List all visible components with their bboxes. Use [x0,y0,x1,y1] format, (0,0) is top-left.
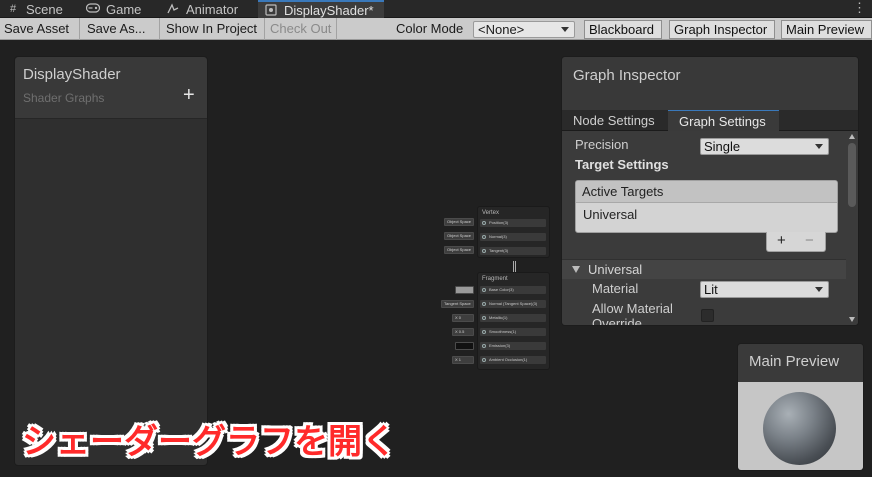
kebab-menu-icon[interactable]: ⋮ [853,1,866,15]
remove-target-button[interactable]: − [805,233,814,249]
color-mode-dropdown[interactable]: <None> [473,21,575,38]
graph-inspector-panel: Graph Inspector Node Settings Graph Sett… [561,56,859,326]
tab-scene[interactable]: # Scene [0,0,80,18]
allow-material-override-checkbox[interactable] [701,309,714,322]
fragment-context-node[interactable]: Fragment Base Color(3) Normal (Tangent S… [477,272,550,370]
allow-material-override-label: Allow Material [592,301,673,316]
tab-label: Game [106,1,142,17]
universal-section-title: Universal [588,262,643,277]
scroll-down-icon[interactable] [849,317,855,322]
target-list-item[interactable]: Universal [576,203,837,227]
check-out-button[interactable]: Check Out [266,18,337,40]
shader-graph-toolbar: Save Asset Save As... Show In Project Ch… [0,18,872,40]
fragment-input-smoothness[interactable]: X 0.5 [452,328,474,336]
vertex-fragment-link [513,261,516,272]
vertex-input-normal[interactable]: Object Space [444,232,474,240]
chevron-down-icon [561,27,569,32]
vertex-node-title: Vertex [482,210,500,216]
scene-hash-icon: # [9,3,17,15]
blackboard-title: DisplayShader [23,66,121,83]
fragment-node-title: Fragment [482,276,508,282]
tab-label: Animator [186,1,239,17]
precision-dropdown[interactable]: Single [700,138,829,155]
overlay-caption: シェーダーグラフを開く [22,422,396,462]
save-asset-button[interactable]: Save Asset [0,18,80,40]
precision-value: Single [704,139,741,154]
fragment-port-base-color[interactable]: Base Color(3) [480,286,546,294]
blackboard-toggle-button[interactable]: Blackboard [584,20,662,39]
vertex-port-normal[interactable]: Normal(3) [480,233,546,241]
tab-graph-settings[interactable]: Graph Settings [668,110,779,131]
material-label: Material [592,281,639,296]
allow-material-override-label-line2: Override [592,316,642,326]
scroll-up-icon[interactable] [849,134,855,139]
preview-sphere [763,392,836,465]
color-mode-value: <None> [478,22,525,37]
tab-label: Scene [26,1,63,17]
main-preview-header: Main Preview [738,344,863,382]
tab-animator[interactable]: Animator [160,0,258,18]
target-list-footer: + − [766,232,826,252]
inspector-scrollbar[interactable] [846,131,858,325]
vertex-context-node[interactable]: Vertex Position(3) Normal(3) Tangent(3) [477,206,550,258]
fragment-input-ambient-occlusion[interactable]: X 1 [452,356,474,364]
material-dropdown[interactable]: Lit [700,281,829,298]
vertex-port-tangent[interactable]: Tangent(3) [480,247,546,255]
blackboard-header: DisplayShader Shader Graphs + [15,57,207,119]
active-targets-header: Active Targets [576,181,837,203]
target-settings-label: Target Settings [575,157,669,172]
tab-displayshader[interactable]: DisplayShader* [258,0,384,18]
fragment-port-emission[interactable]: Emission(3) [480,342,546,350]
chevron-down-icon [815,144,823,149]
universal-section-header[interactable]: Universal [562,259,846,279]
add-property-button[interactable]: + [183,85,195,105]
main-preview-toggle-button[interactable]: Main Preview [781,20,872,39]
add-target-button[interactable]: + [777,233,786,249]
shader-graph-icon [264,4,278,16]
material-value: Lit [704,282,718,297]
fragment-input-emission-swatch[interactable] [455,342,474,350]
vertex-input-position[interactable]: Object Space [444,218,474,226]
tab-label: DisplayShader* [284,2,374,18]
color-mode-label: Color Mode [396,21,464,36]
animator-icon [166,3,180,15]
graph-inspector-header: Graph Inspector [562,57,858,110]
fragment-port-metallic[interactable]: Metallic(1) [480,314,546,322]
tab-game[interactable]: Game [80,0,160,18]
active-targets-list: Active Targets Universal [575,180,838,233]
save-as-button[interactable]: Save As... [83,18,160,40]
fragment-port-smoothness[interactable]: Smoothness(1) [480,328,546,336]
vertex-port-position[interactable]: Position(3) [480,219,546,227]
scrollbar-thumb[interactable] [848,143,856,207]
blackboard-panel: DisplayShader Shader Graphs + [14,56,208,466]
precision-label: Precision [575,137,629,152]
graph-inspector-toggle-button[interactable]: Graph Inspector [669,20,775,39]
graph-inspector-tabs: Node Settings Graph Settings [562,110,858,131]
fragment-input-normal[interactable]: Tangent Space [441,300,474,308]
graph-inspector-title: Graph Inspector [573,67,681,84]
editor-tab-bar: # Scene Game Animator DisplayShader* ⋮ [0,0,872,18]
main-preview-viewport[interactable] [738,382,863,470]
fragment-port-ambient-occlusion[interactable]: Ambient Occlusion(1) [480,356,546,364]
fragment-input-base-color-swatch[interactable] [455,286,474,294]
fragment-port-normal[interactable]: Normal (Tangent Space)(3) [480,300,546,308]
gamepad-icon [85,3,101,15]
main-preview-panel: Main Preview [737,343,864,471]
graph-settings-content: Precision Single Target Settings Active … [562,131,858,326]
main-preview-title: Main Preview [749,353,840,370]
foldout-triangle-icon [572,266,580,273]
fragment-input-metallic[interactable]: X 0 [452,314,474,322]
shader-graph-window: # Scene Game Animator DisplayShader* ⋮ S… [0,0,872,477]
show-in-project-button[interactable]: Show In Project [162,18,265,40]
vertex-input-tangent[interactable]: Object Space [444,246,474,254]
blackboard-subtitle: Shader Graphs [23,91,105,105]
tab-node-settings[interactable]: Node Settings [562,110,668,131]
chevron-down-icon [815,287,823,292]
